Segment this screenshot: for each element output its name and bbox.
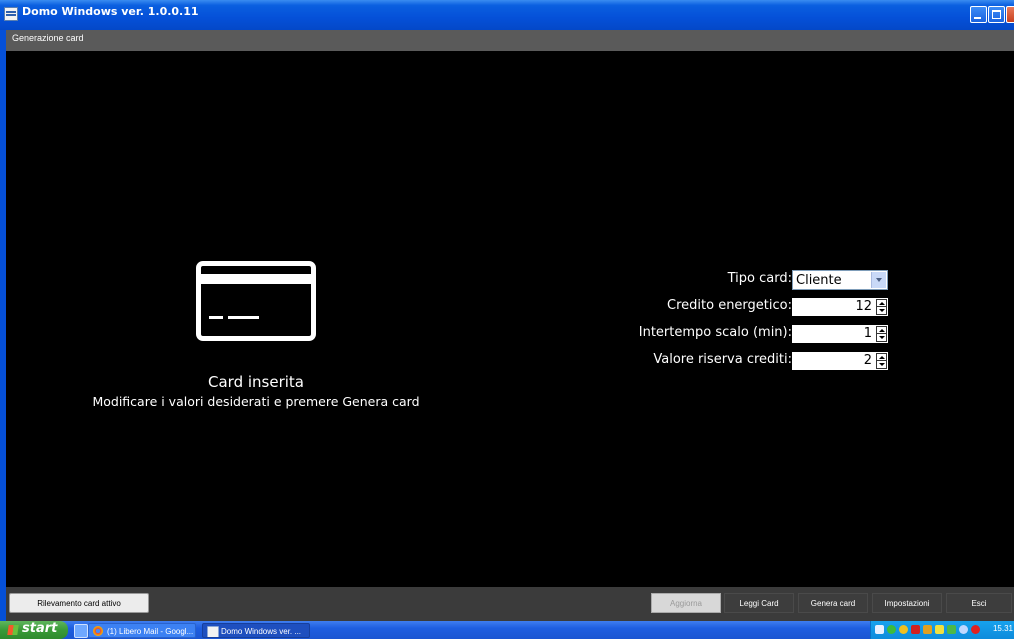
status-title: Card inserita <box>208 373 304 391</box>
tipo-card-label: Tipo card: <box>727 271 792 286</box>
rilevamento-button[interactable]: Rilevamento card attivo <box>9 593 149 613</box>
messenger-icon[interactable] <box>935 625 944 634</box>
riserva-stepper[interactable]: 2 <box>792 352 888 370</box>
riserva-label: Valore riserva crediti: <box>653 352 792 367</box>
antivirus-icon[interactable] <box>911 625 920 634</box>
page-header: Generazione card <box>6 30 1014 51</box>
card-stripe <box>201 274 311 284</box>
taskbar-item-domo-windows[interactable]: Domo Windows ver. ... <box>202 623 310 638</box>
opera-icon[interactable] <box>971 625 980 634</box>
software-icon[interactable] <box>923 625 932 634</box>
spin-divider <box>876 306 887 307</box>
spin-divider <box>876 333 887 334</box>
system-tray: 15.31 <box>870 621 1014 639</box>
card-icon <box>196 261 316 341</box>
start-label: start <box>22 621 58 636</box>
network-icon[interactable] <box>875 625 884 634</box>
maximize-button[interactable] <box>988 6 1005 23</box>
security-icon[interactable] <box>899 625 908 634</box>
taskbar-item-label: (1) Libero Mail - Googl... <box>107 627 194 636</box>
card-dash <box>228 316 259 319</box>
window-title: Domo Windows ver. 1.0.0.11 <box>22 5 199 18</box>
intertempo-stepper[interactable]: 1 <box>792 325 888 343</box>
credito-label: Credito energetico: <box>667 298 792 313</box>
close-button[interactable] <box>1006 6 1014 23</box>
spin-arrows-icon[interactable] <box>876 353 887 369</box>
spin-arrows-icon[interactable] <box>876 299 887 315</box>
clock: 15.31 <box>992 624 1013 633</box>
chrome-icon <box>93 626 103 636</box>
card-dash <box>209 316 223 319</box>
windows-logo-icon <box>7 625 19 635</box>
page-title: Generazione card <box>12 33 84 43</box>
genera-card-button[interactable]: Genera card <box>798 593 868 613</box>
quick-launch-icon[interactable] <box>74 624 88 638</box>
main-content: Card inserita Modificare i valori deside… <box>6 51 1014 587</box>
intertempo-value: 1 <box>863 326 872 341</box>
taskbar-item-label: Domo Windows ver. ... <box>221 627 302 636</box>
update-icon[interactable] <box>887 625 896 634</box>
taskbar: start (1) Libero Mail - Googl... Domo Wi… <box>0 621 1014 639</box>
credito-value: 12 <box>855 299 872 314</box>
impostazioni-button[interactable]: Impostazioni <box>872 593 942 613</box>
credito-stepper[interactable]: 12 <box>792 298 888 316</box>
tray-app-icon[interactable] <box>947 625 956 634</box>
app-icon <box>4 7 18 21</box>
window-titlebar[interactable]: Domo Windows ver. 1.0.0.11 <box>0 0 1014 30</box>
taskbar-item-libero-mail[interactable]: (1) Libero Mail - Googl... <box>88 623 196 638</box>
minimize-button[interactable] <box>970 6 987 23</box>
volume-icon[interactable] <box>959 625 968 634</box>
spin-divider <box>876 360 887 361</box>
leggi-card-button[interactable]: Leggi Card <box>724 593 794 613</box>
tipo-card-value: Cliente <box>796 273 842 288</box>
app-icon <box>207 626 219 637</box>
bottom-toolbar: Rilevamento card attivo Aggiorna Leggi C… <box>6 587 1014 621</box>
aggiorna-button[interactable]: Aggiorna <box>651 593 721 613</box>
chevron-down-icon[interactable] <box>871 272 886 288</box>
spin-arrows-icon[interactable] <box>876 326 887 342</box>
riserva-value: 2 <box>863 353 872 368</box>
start-button[interactable]: start <box>0 621 68 639</box>
intertempo-label: Intertempo scalo (min): <box>638 325 792 340</box>
tipo-card-select[interactable]: Cliente <box>792 270 888 290</box>
esci-button[interactable]: Esci <box>946 593 1012 613</box>
status-subtitle: Modificare i valori desiderati e premere… <box>92 394 420 409</box>
